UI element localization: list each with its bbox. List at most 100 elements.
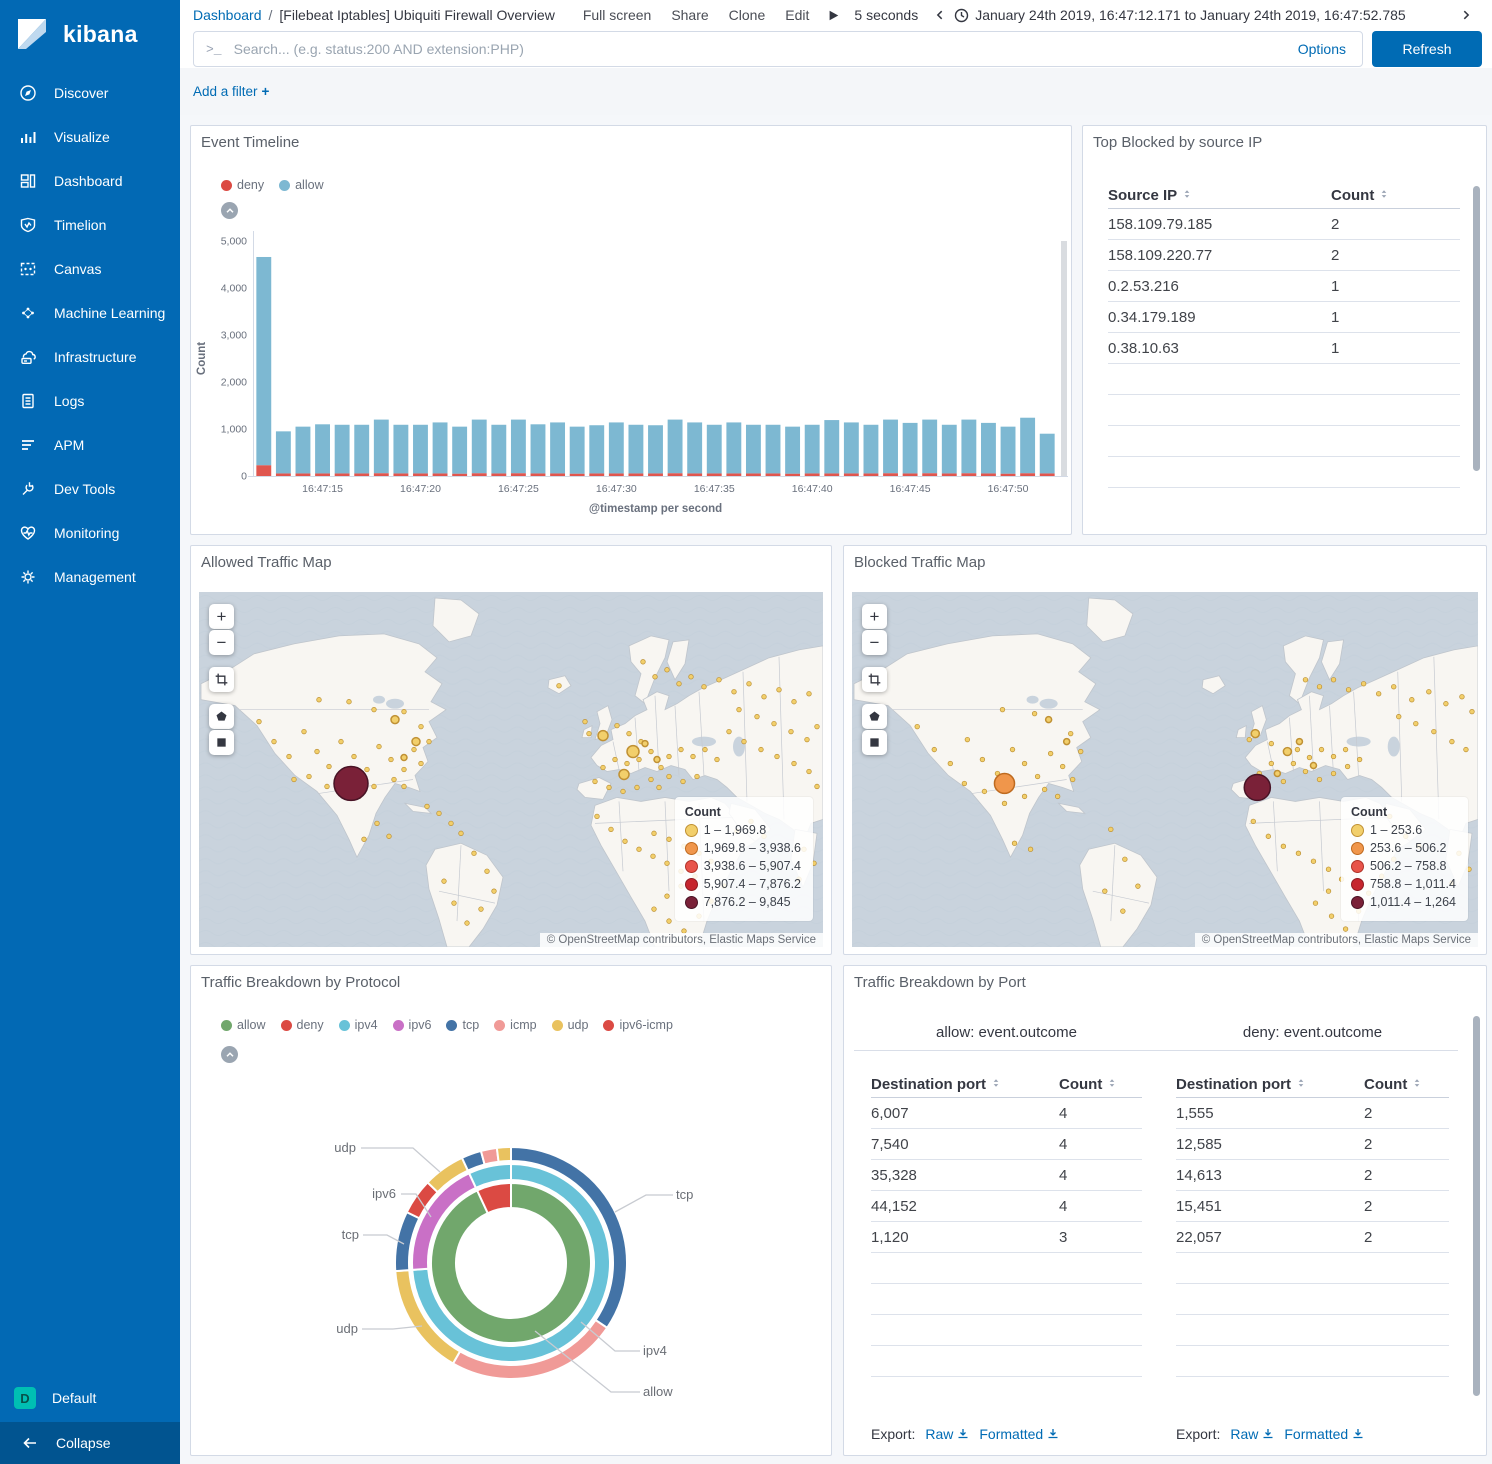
donut-segment-icmp[interactable] <box>481 1148 499 1165</box>
map-bubble-small[interactable] <box>485 869 490 874</box>
column-header-count[interactable]: Count <box>1364 1076 1422 1093</box>
bar-deny[interactable] <box>687 473 702 476</box>
map-bubble-small[interactable] <box>1068 731 1073 736</box>
map-bubble-small[interactable] <box>1303 677 1308 682</box>
bar-deny[interactable] <box>315 473 330 476</box>
bar-deny[interactable] <box>570 474 585 476</box>
map-bubble-small[interactable] <box>389 757 394 762</box>
map-bubble-small[interactable] <box>1296 851 1301 856</box>
map-bubble-small[interactable] <box>419 724 424 729</box>
map-bubble[interactable] <box>401 755 407 761</box>
map-bubble[interactable] <box>1251 730 1259 738</box>
event-timeline-chart[interactable]: 01,0002,0003,0004,0005,00016:47:1516:47:… <box>191 126 1071 534</box>
map-bubble-small[interactable] <box>1343 927 1348 932</box>
map-bubble-small[interactable] <box>665 861 670 866</box>
map-bubble-small[interactable] <box>1444 701 1449 706</box>
bar-allow[interactable] <box>903 423 918 474</box>
map-bubble-small[interactable] <box>681 779 686 784</box>
map-bubble-small[interactable] <box>652 831 657 836</box>
map-bubble-small[interactable] <box>1251 819 1256 824</box>
column-header-count[interactable]: Count <box>1059 1076 1117 1093</box>
zoom-in-button[interactable]: + <box>862 604 887 629</box>
map-bubble-small[interactable] <box>377 744 382 749</box>
map-bubble-small[interactable] <box>948 761 953 766</box>
map-bubble-small[interactable] <box>1391 684 1396 689</box>
map-bubble-small[interactable] <box>1136 884 1141 889</box>
map-bubble[interactable] <box>619 770 629 780</box>
map-bubble-small[interactable] <box>1070 777 1075 782</box>
search-input[interactable] <box>232 40 1284 58</box>
map-bubble-small[interactable] <box>732 689 737 694</box>
map-bubble[interactable] <box>627 746 639 758</box>
rectangle-select-button[interactable] <box>209 730 234 755</box>
map-bubble[interactable] <box>1064 739 1070 745</box>
bar-allow[interactable] <box>922 420 937 474</box>
bar-allow[interactable] <box>668 420 683 474</box>
bar-deny[interactable] <box>276 473 291 476</box>
map-bubble-small[interactable] <box>362 837 367 842</box>
bar-deny[interactable] <box>296 473 311 476</box>
map-bubble-small[interactable] <box>703 747 708 752</box>
map-bubble-small[interactable] <box>365 767 370 772</box>
bar-deny[interactable] <box>550 473 565 476</box>
bar-allow[interactable] <box>511 420 526 474</box>
bar-deny[interactable] <box>863 473 878 476</box>
bar-deny[interactable] <box>785 474 800 476</box>
bar-deny[interactable] <box>981 473 996 476</box>
map-bubble[interactable] <box>994 773 1014 793</box>
bar-allow[interactable] <box>824 420 839 473</box>
bar-allow[interactable] <box>726 422 741 473</box>
map-bubble[interactable] <box>1283 748 1291 756</box>
map-bubble-small[interactable] <box>425 804 430 809</box>
map-bubble-small[interactable] <box>792 699 797 704</box>
map-bubble-small[interactable] <box>1048 751 1053 756</box>
map-bubble-small[interactable] <box>1409 697 1414 702</box>
zoom-out-button[interactable]: − <box>209 630 234 655</box>
bar-deny[interactable] <box>1040 473 1055 476</box>
map-bubble-small[interactable] <box>1281 844 1286 849</box>
map-bubble-small[interactable] <box>1326 889 1331 894</box>
map-bubble-small[interactable] <box>1303 769 1308 774</box>
map-bubble-small[interactable] <box>1022 794 1027 799</box>
map-bubble-small[interactable] <box>1002 801 1007 806</box>
share-button[interactable]: Share <box>671 7 708 23</box>
map-bubble-small[interactable] <box>1060 764 1065 769</box>
sidebar-item-machine-learning[interactable]: Machine Learning <box>0 291 180 335</box>
collapse-nav-button[interactable]: Collapse <box>0 1422 180 1464</box>
map-bubble-small[interactable] <box>317 697 322 702</box>
map-bubble-small[interactable] <box>427 739 432 744</box>
map-bubble-small[interactable] <box>402 709 407 714</box>
map-bubble-small[interactable] <box>1464 747 1469 752</box>
map-bubble-small[interactable] <box>347 699 352 704</box>
bar-allow[interactable] <box>981 423 996 474</box>
map-bubble-small[interactable] <box>1331 677 1336 682</box>
map-bubble-small[interactable] <box>615 723 620 728</box>
map-bubble-small[interactable] <box>375 821 380 826</box>
bar-deny[interactable] <box>746 473 761 476</box>
bar-deny[interactable] <box>805 473 820 476</box>
map-bubble-small[interactable] <box>272 739 277 744</box>
zoom-out-button[interactable]: − <box>862 630 887 655</box>
map-bubble-small[interactable] <box>815 724 820 729</box>
map-bubble-small[interactable] <box>1109 827 1114 832</box>
play-refresh-button[interactable] <box>827 9 840 22</box>
bar-allow[interactable] <box>628 425 643 474</box>
map-bubble-small[interactable] <box>479 907 484 912</box>
bar-allow[interactable] <box>570 427 585 474</box>
map-bubble-small[interactable] <box>372 707 377 712</box>
map-bubble-small[interactable] <box>1121 909 1126 914</box>
map-bubble-small[interactable] <box>717 677 722 682</box>
map-bubble-small[interactable] <box>583 719 588 724</box>
bar-deny[interactable] <box>628 473 643 476</box>
sidebar-item-management[interactable]: Management <box>0 555 180 599</box>
map-bubble-small[interactable] <box>667 774 672 779</box>
map-bubble[interactable] <box>412 738 420 746</box>
bar-allow[interactable] <box>256 257 271 465</box>
map-bubble-small[interactable] <box>641 660 646 665</box>
bar-deny[interactable] <box>413 473 428 476</box>
map-bubble-small[interactable] <box>1326 867 1331 872</box>
map-bubble-small[interactable] <box>980 757 985 762</box>
export-formatted-link[interactable]: Formatted <box>979 1426 1059 1442</box>
map-bubble-small[interactable] <box>962 781 967 786</box>
time-back-button[interactable] <box>934 8 946 22</box>
